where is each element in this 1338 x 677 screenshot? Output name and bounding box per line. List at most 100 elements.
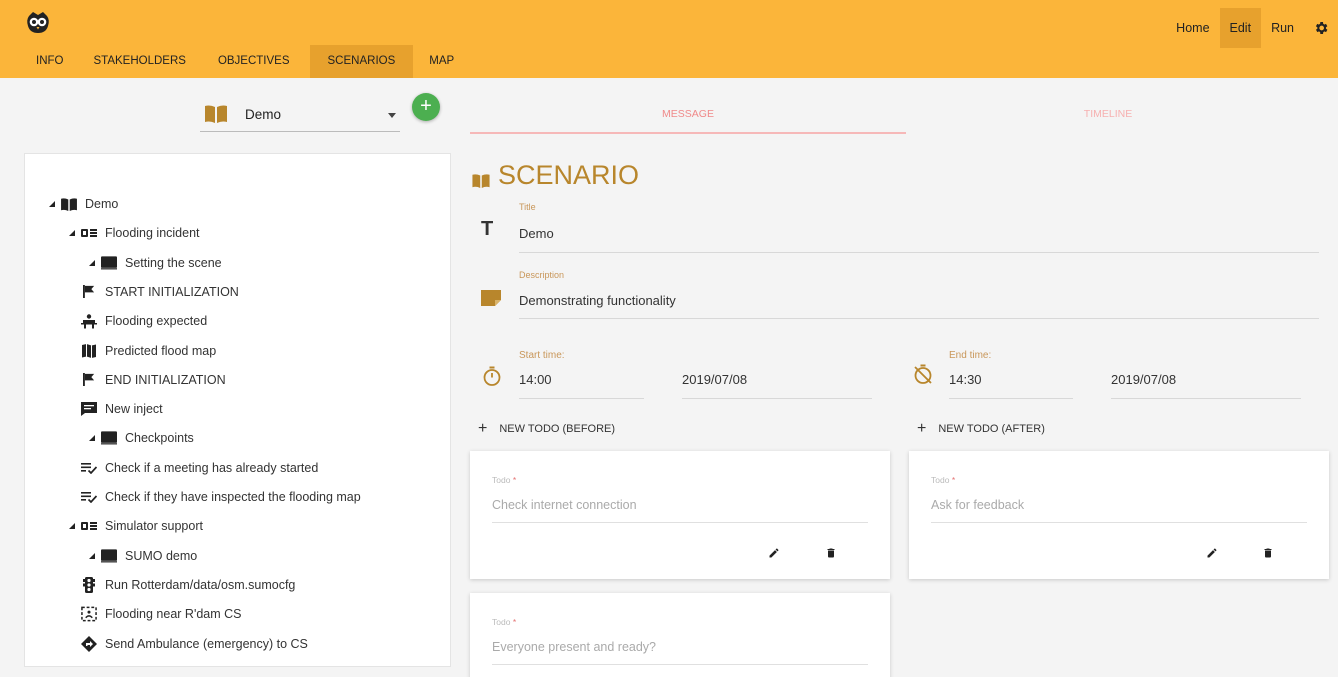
tree-item[interactable]: Predicted flood map bbox=[81, 340, 216, 362]
tree-item[interactable]: Simulator support bbox=[69, 515, 203, 537]
edit-icon[interactable] bbox=[1204, 545, 1220, 561]
tree-item[interactable]: New inject bbox=[81, 398, 163, 420]
checklist-icon bbox=[81, 489, 97, 505]
tab-message[interactable]: MESSAGE bbox=[470, 94, 906, 134]
tab-map[interactable]: MAP bbox=[417, 45, 466, 78]
page-title-text: SCENARIO bbox=[498, 160, 640, 190]
description-field-label: Description bbox=[519, 270, 565, 280]
todo-label: Todo * bbox=[492, 475, 517, 485]
todo-card: Todo * Everyone present and ready? bbox=[470, 593, 890, 677]
tree-item-label: SUMO demo bbox=[125, 548, 198, 563]
flag-icon bbox=[81, 284, 97, 300]
tree-item-label: Run Rotterdam/data/osm.sumocfg bbox=[105, 577, 296, 592]
act-icon bbox=[101, 255, 117, 271]
tab-timeline[interactable]: TIMELINE bbox=[906, 94, 1310, 134]
top-bar: Home Edit Run INFO STAKEHOLDERS OBJECTIV… bbox=[0, 0, 1338, 78]
tree-item-label: Setting the scene bbox=[125, 255, 222, 270]
tree-item[interactable]: Flooding incident bbox=[69, 222, 200, 244]
person-role-icon bbox=[81, 313, 97, 329]
tree-item[interactable]: START INITIALIZATION bbox=[81, 281, 239, 303]
tree-item-label: Flooding incident bbox=[105, 226, 200, 241]
tree-item-label: Send Ambulance (emergency) to CS bbox=[105, 636, 308, 651]
tree-item[interactable]: Checkpoints bbox=[89, 427, 194, 449]
expand-toggle-icon[interactable] bbox=[69, 230, 75, 237]
tree-item[interactable]: Flooding near R'dam CS bbox=[81, 603, 241, 625]
tree-item[interactable]: Check if they have inspected the floodin… bbox=[81, 486, 361, 508]
start-time-label: Start time: bbox=[519, 350, 565, 361]
note-icon bbox=[481, 290, 501, 311]
description-field[interactable]: Description Demonstrating functionality bbox=[519, 268, 1319, 320]
tree-item[interactable]: Setting the scene bbox=[89, 252, 222, 274]
scenario-select-value: Demo bbox=[245, 107, 282, 122]
expand-toggle-icon[interactable] bbox=[69, 523, 75, 530]
start-date-field[interactable]: 2019/07/08 bbox=[682, 348, 872, 400]
tree-item-label: Checkpoints bbox=[125, 431, 194, 446]
tree-item-label: Simulator support bbox=[105, 519, 203, 534]
todo-input[interactable]: Everyone present and ready? bbox=[492, 640, 656, 654]
nav-run[interactable]: Run bbox=[1261, 8, 1304, 48]
tree-item[interactable]: Check if a meeting has already started bbox=[81, 457, 318, 479]
edit-icon[interactable] bbox=[766, 545, 782, 561]
tree-item-label: New inject bbox=[105, 402, 163, 417]
owl-logo-icon[interactable] bbox=[26, 12, 50, 34]
flag-icon bbox=[81, 372, 97, 388]
end-time-value: 14:30 bbox=[949, 372, 982, 387]
tree-item[interactable]: END INITIALIZATION bbox=[81, 369, 226, 391]
book-icon bbox=[205, 105, 227, 128]
storyline-icon bbox=[81, 225, 97, 241]
tree-item-label: Demo bbox=[85, 197, 119, 211]
direction-icon bbox=[81, 635, 97, 652]
expand-toggle-icon[interactable] bbox=[89, 552, 95, 559]
end-date-field[interactable]: 2019/07/08 bbox=[1111, 348, 1301, 400]
tree-item[interactable]: Run Rotterdam/data/osm.sumocfg bbox=[81, 574, 295, 596]
start-time-value: 14:00 bbox=[519, 372, 552, 387]
page-title: SCENARIO bbox=[472, 156, 639, 195]
title-icon: T bbox=[481, 218, 494, 240]
expand-toggle-icon[interactable] bbox=[89, 435, 95, 442]
gear-icon[interactable] bbox=[1304, 8, 1338, 48]
tree-item[interactable]: Demo bbox=[49, 193, 118, 215]
delete-icon[interactable] bbox=[823, 545, 839, 561]
title-field[interactable]: Title Demo bbox=[519, 200, 1319, 254]
tab-objectives[interactable]: OBJECTIVES bbox=[206, 45, 302, 78]
tree-item[interactable]: SUMO demo bbox=[89, 545, 197, 567]
book-icon bbox=[472, 164, 490, 195]
end-time-field[interactable]: End time: 14:30 bbox=[949, 348, 1073, 400]
tree-item-label: Flooding near R'dam CS bbox=[105, 607, 242, 622]
todo-input[interactable]: Ask for feedback bbox=[931, 498, 1024, 512]
new-todo-after-label: NEW TODO (AFTER) bbox=[938, 423, 1045, 435]
tree-item-label: Flooding expected bbox=[105, 314, 208, 329]
new-todo-after-button[interactable]: + NEW TODO (AFTER) bbox=[917, 420, 1045, 438]
tab-info[interactable]: INFO bbox=[24, 45, 75, 78]
nav-edit[interactable]: Edit bbox=[1219, 8, 1262, 48]
tree-item-label: Predicted flood map bbox=[105, 343, 217, 358]
description-field-value: Demonstrating functionality bbox=[519, 293, 676, 308]
top-nav: Home Edit Run bbox=[1166, 8, 1338, 48]
new-todo-before-label: NEW TODO (BEFORE) bbox=[499, 423, 616, 435]
scenario-select[interactable]: Demo bbox=[200, 98, 400, 132]
timer-icon bbox=[482, 366, 502, 391]
expand-toggle-icon[interactable] bbox=[89, 259, 95, 266]
title-field-value: Demo bbox=[519, 226, 554, 241]
expand-toggle-icon[interactable] bbox=[49, 201, 55, 207]
delete-icon[interactable] bbox=[1260, 545, 1276, 561]
new-todo-before-button[interactable]: + NEW TODO (BEFORE) bbox=[478, 420, 615, 438]
todo-input[interactable]: Check internet connection bbox=[492, 498, 637, 512]
tree-item[interactable]: Flooding expected bbox=[81, 310, 207, 332]
end-date-value: 2019/07/08 bbox=[1111, 372, 1177, 387]
chevron-down-icon[interactable] bbox=[388, 113, 396, 118]
add-scenario-button[interactable]: + bbox=[412, 93, 440, 121]
tab-scenarios[interactable]: SCENARIOS bbox=[309, 45, 414, 78]
traffic-light-icon bbox=[81, 576, 97, 593]
nav-home[interactable]: Home bbox=[1166, 8, 1219, 48]
tree-item-label: Check if they have inspected the floodin… bbox=[105, 490, 361, 504]
start-time-field[interactable]: Start time: 14:00 bbox=[519, 348, 644, 400]
tree-item[interactable]: Send Ambulance (emergency) to CS bbox=[81, 633, 308, 655]
plus-icon: + bbox=[478, 420, 488, 437]
storyline-icon bbox=[81, 518, 97, 534]
tab-stakeholders[interactable]: STAKEHOLDERS bbox=[81, 45, 197, 78]
end-time-label: End time: bbox=[949, 350, 992, 361]
todo-card: Todo * Check internet connection bbox=[470, 451, 890, 579]
scenario-tree: Demo Flooding incident Setting the scene ST… bbox=[24, 153, 451, 667]
act-icon bbox=[101, 548, 117, 564]
